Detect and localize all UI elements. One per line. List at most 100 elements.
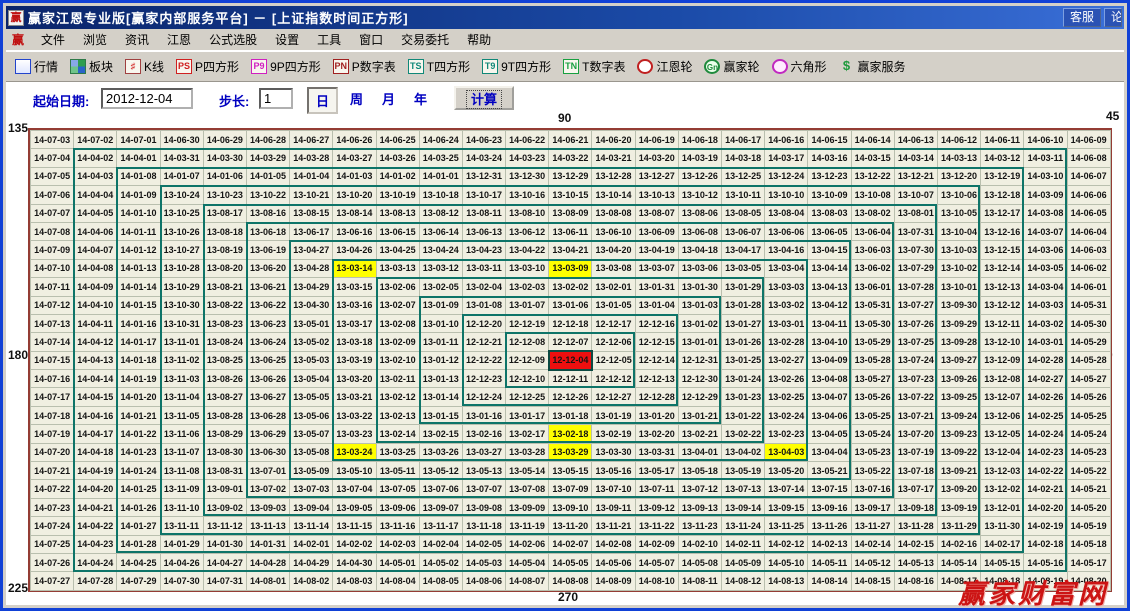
date-cell[interactable]: 14-06-22 <box>506 131 549 149</box>
date-cell[interactable]: 13-06-21 <box>246 278 289 296</box>
date-cell[interactable]: 13-01-27 <box>722 314 765 332</box>
date-cell[interactable]: 14-01-16 <box>117 314 160 332</box>
date-cell[interactable]: 13-09-17 <box>851 498 894 516</box>
date-cell[interactable]: 14-01-24 <box>117 462 160 480</box>
date-cell[interactable]: 13-08-03 <box>808 204 851 222</box>
date-cell[interactable]: 13-06-30 <box>246 443 289 461</box>
date-cell[interactable]: 14-07-24 <box>31 517 74 535</box>
date-cell[interactable]: 14-07-23 <box>31 498 74 516</box>
date-cell[interactable]: 13-06-24 <box>246 333 289 351</box>
date-cell[interactable]: 13-04-10 <box>808 333 851 351</box>
date-cell[interactable]: 13-03-29 <box>549 443 592 461</box>
date-cell[interactable]: 14-08-15 <box>851 572 894 590</box>
date-cell[interactable]: 13-11-15 <box>333 517 376 535</box>
date-cell[interactable]: 14-04-30 <box>333 553 376 571</box>
date-cell[interactable]: 13-09-12 <box>635 498 678 516</box>
date-cell[interactable]: 14-01-12 <box>117 241 160 259</box>
date-cell[interactable]: 13-06-04 <box>851 222 894 240</box>
date-cell[interactable]: 13-03-11 <box>462 259 505 277</box>
date-cell[interactable]: 13-03-09 <box>549 259 592 277</box>
date-cell[interactable]: 14-02-13 <box>808 535 851 553</box>
date-cell[interactable]: 13-09-16 <box>808 498 851 516</box>
date-cell[interactable]: 13-11-05 <box>160 406 203 424</box>
date-cell[interactable]: 14-08-02 <box>290 572 333 590</box>
date-cell[interactable]: 14-08-14 <box>808 572 851 590</box>
date-cell[interactable]: 13-04-06 <box>808 406 851 424</box>
date-cell[interactable]: 13-01-01 <box>678 333 721 351</box>
date-cell[interactable]: 13-03-30 <box>592 443 635 461</box>
date-cell[interactable]: 12-12-22 <box>462 351 505 369</box>
date-cell[interactable]: 14-01-20 <box>117 388 160 406</box>
date-cell[interactable]: 13-02-09 <box>376 333 419 351</box>
date-cell[interactable]: 13-12-21 <box>894 167 937 185</box>
date-cell[interactable]: 12-12-24 <box>462 388 505 406</box>
date-cell[interactable]: 14-01-03 <box>333 167 376 185</box>
date-cell[interactable]: 14-04-02 <box>74 149 117 167</box>
menu-window[interactable]: 窗口 <box>350 28 392 51</box>
date-cell[interactable]: 14-03-03 <box>1024 296 1067 314</box>
date-cell[interactable]: 14-06-24 <box>419 131 462 149</box>
date-cell[interactable]: 12-12-08 <box>506 333 549 351</box>
date-cell[interactable]: 13-08-09 <box>549 204 592 222</box>
date-cell[interactable]: 13-01-12 <box>419 351 462 369</box>
date-cell[interactable]: 13-05-05 <box>290 388 333 406</box>
date-cell[interactable]: 14-05-07 <box>635 553 678 571</box>
date-cell[interactable]: 14-05-14 <box>937 553 980 571</box>
date-cell[interactable]: 13-05-18 <box>678 462 721 480</box>
date-cell[interactable]: 13-08-31 <box>203 462 246 480</box>
date-cell[interactable]: 14-07-01 <box>117 131 160 149</box>
date-cell[interactable]: 13-11-14 <box>290 517 333 535</box>
date-cell[interactable]: 13-02-15 <box>419 425 462 443</box>
date-cell[interactable]: 12-12-20 <box>462 314 505 332</box>
date-cell[interactable]: 13-07-01 <box>246 462 289 480</box>
date-cell[interactable]: 14-01-04 <box>290 167 333 185</box>
date-cell[interactable]: 14-03-02 <box>1024 314 1067 332</box>
date-cell[interactable]: 14-02-11 <box>722 535 765 553</box>
date-cell[interactable]: 13-09-04 <box>290 498 333 516</box>
date-cell[interactable]: 14-01-25 <box>117 480 160 498</box>
date-cell[interactable]: 13-01-02 <box>678 314 721 332</box>
date-cell[interactable]: 13-12-25 <box>722 167 765 185</box>
date-cell[interactable]: 13-10-23 <box>203 186 246 204</box>
date-cell[interactable]: 14-08-07 <box>506 572 549 590</box>
date-cell[interactable]: 13-11-19 <box>506 517 549 535</box>
period-day[interactable]: 日 <box>307 87 338 114</box>
date-cell[interactable]: 14-01-01 <box>419 167 462 185</box>
date-cell[interactable]: 13-07-22 <box>894 388 937 406</box>
date-cell[interactable]: 13-08-04 <box>765 204 808 222</box>
date-cell[interactable]: 14-04-06 <box>74 222 117 240</box>
date-cell[interactable]: 13-09-06 <box>376 498 419 516</box>
date-cell[interactable]: 13-05-28 <box>851 351 894 369</box>
date-cell[interactable]: 12-12-19 <box>506 314 549 332</box>
date-cell[interactable]: 13-07-09 <box>549 480 592 498</box>
date-cell[interactable]: 13-11-22 <box>635 517 678 535</box>
date-cell[interactable]: 14-06-07 <box>1067 167 1110 185</box>
date-cell[interactable]: 13-04-02 <box>722 443 765 461</box>
date-cell[interactable]: 14-05-12 <box>851 553 894 571</box>
date-cell[interactable]: 13-02-19 <box>592 425 635 443</box>
date-cell[interactable]: 13-11-29 <box>937 517 980 535</box>
date-cell[interactable]: 14-05-18 <box>1067 535 1110 553</box>
date-cell[interactable]: 13-02-12 <box>376 388 419 406</box>
date-cell[interactable]: 13-10-11 <box>722 186 765 204</box>
date-cell[interactable]: 13-04-20 <box>592 241 635 259</box>
date-cell[interactable]: 13-08-07 <box>635 204 678 222</box>
date-cell[interactable]: 13-09-24 <box>937 406 980 424</box>
date-cell[interactable]: 12-12-23 <box>462 370 505 388</box>
date-cell[interactable]: 14-01-26 <box>117 498 160 516</box>
period-month[interactable]: 月 <box>375 87 402 110</box>
date-cell[interactable]: 14-02-22 <box>1024 462 1067 480</box>
date-cell[interactable]: 13-07-07 <box>462 480 505 498</box>
date-cell[interactable]: 14-05-19 <box>1067 517 1110 535</box>
date-cell[interactable]: 13-08-27 <box>203 388 246 406</box>
date-cell[interactable]: 13-02-02 <box>549 278 592 296</box>
date-cell[interactable]: 14-07-16 <box>31 370 74 388</box>
date-cell[interactable]: 13-09-22 <box>937 443 980 461</box>
date-cell[interactable]: 13-05-09 <box>290 462 333 480</box>
date-cell[interactable]: 13-04-04 <box>808 443 851 461</box>
date-cell[interactable]: 13-06-20 <box>246 259 289 277</box>
date-cell[interactable]: 13-08-26 <box>203 370 246 388</box>
date-cell[interactable]: 14-01-27 <box>117 517 160 535</box>
date-cell[interactable]: 13-05-27 <box>851 370 894 388</box>
date-cell[interactable]: 13-02-28 <box>765 333 808 351</box>
